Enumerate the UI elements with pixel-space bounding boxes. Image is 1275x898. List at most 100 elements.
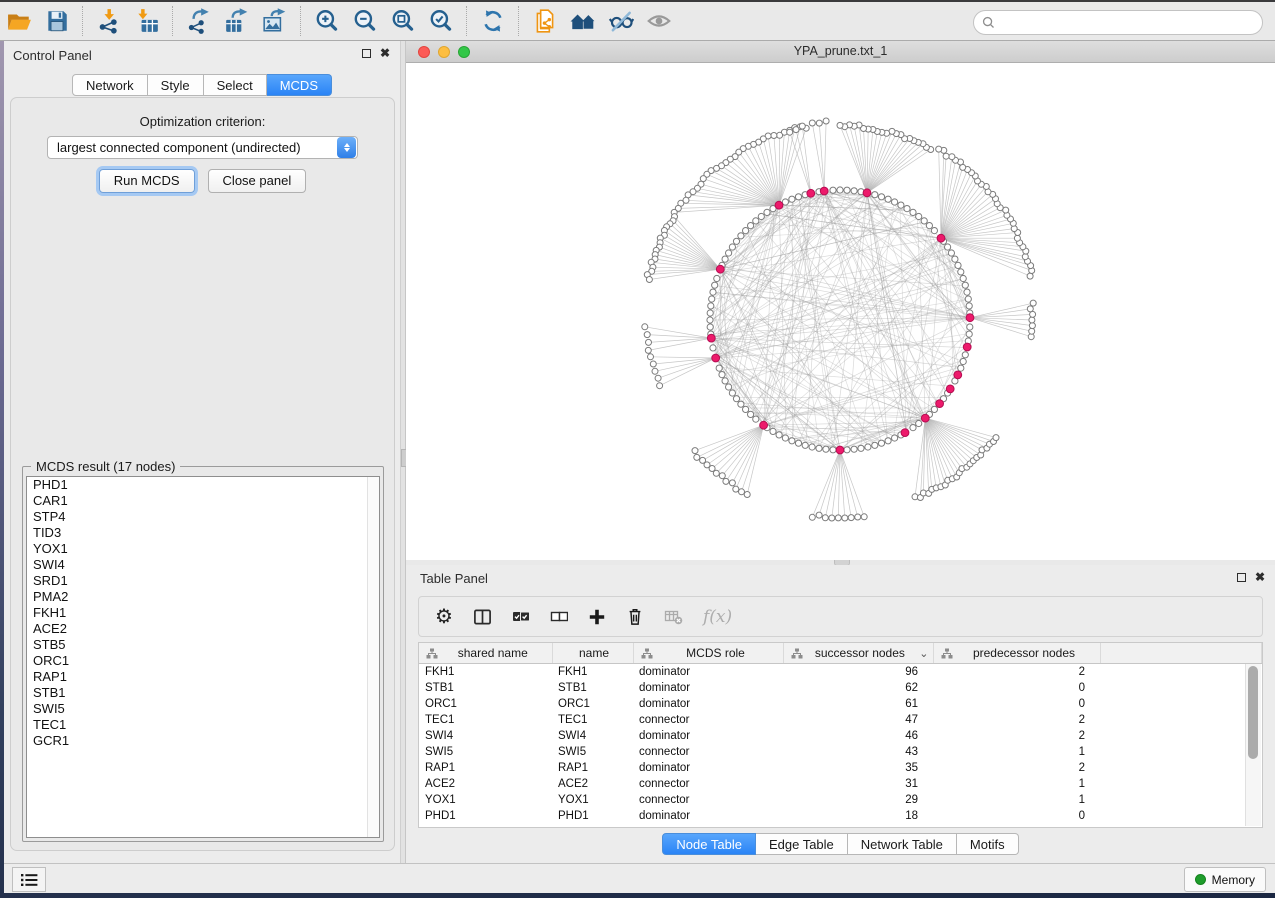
save-session-icon: [44, 8, 70, 34]
table-row[interactable]: ACE2ACE2connector311: [419, 776, 1262, 792]
window-minimize-traffic-light[interactable]: [438, 46, 450, 58]
mcds-result-item[interactable]: SRD1: [27, 573, 379, 589]
show-columns-button[interactable]: [473, 608, 492, 626]
tab-network-table[interactable]: Network Table: [848, 833, 957, 855]
mcds-result-item[interactable]: TEC1: [27, 717, 379, 733]
import-network-icon: [96, 8, 122, 34]
table-row[interactable]: TEC1TEC1connector472: [419, 712, 1262, 728]
close-panel-button[interactable]: Close panel: [208, 169, 307, 193]
export-image-button[interactable]: [256, 4, 294, 38]
zoom-in-button[interactable]: [308, 4, 346, 38]
table-row[interactable]: SWI5SWI5connector431: [419, 744, 1262, 760]
table-row[interactable]: YOX1YOX1connector291: [419, 792, 1262, 808]
mcds-result-item[interactable]: TID3: [27, 525, 379, 541]
mcds-result-item[interactable]: CAR1: [27, 493, 379, 509]
table-row[interactable]: PHD1PHD1dominator180: [419, 808, 1262, 824]
mcds-result-item[interactable]: PMA2: [27, 589, 379, 605]
mcds-result-item[interactable]: STP4: [27, 509, 379, 525]
column-header-mcds-role[interactable]: MCDS role: [633, 643, 783, 664]
float-panel-icon[interactable]: [362, 49, 371, 58]
tab-style[interactable]: Style: [148, 74, 204, 96]
table-row[interactable]: ORC1ORC1dominator610: [419, 696, 1262, 712]
tab-node-table[interactable]: Node Table: [662, 833, 756, 855]
mcds-result-list[interactable]: PHD1CAR1STP4TID3YOX1SWI4SRD1PMA2FKH1ACE2…: [26, 476, 380, 838]
search-input[interactable]: [1001, 15, 1262, 31]
zoom-fit-button[interactable]: [384, 4, 422, 38]
tab-edge-table[interactable]: Edge Table: [756, 833, 848, 855]
main-toolbar: [0, 0, 1275, 41]
table-panel-title: Table Panel: [420, 571, 488, 586]
network-view-window: YPA_prune.txt_1: [406, 41, 1275, 560]
tab-motifs[interactable]: Motifs: [957, 833, 1019, 855]
search-box[interactable]: [973, 10, 1263, 35]
mcds-result-item[interactable]: SWI5: [27, 701, 379, 717]
mcds-result-item[interactable]: FKH1: [27, 605, 379, 621]
table-scrollbar[interactable]: [1245, 664, 1261, 826]
window-close-traffic-light[interactable]: [418, 46, 430, 58]
table-row[interactable]: RAP1RAP1dominator352: [419, 760, 1262, 776]
task-history-button[interactable]: [12, 867, 46, 892]
network-window-titlebar[interactable]: YPA_prune.txt_1: [406, 41, 1275, 63]
table-panel-header: Table Panel ✖: [406, 565, 1275, 591]
mcds-result-item[interactable]: PHD1: [27, 477, 379, 493]
tab-select[interactable]: Select: [204, 74, 267, 96]
export-table-icon: [224, 8, 250, 34]
mcds-result-item[interactable]: SWI4: [27, 557, 379, 573]
clone-network-button[interactable]: [526, 4, 564, 38]
mcds-result-item[interactable]: ACE2: [27, 621, 379, 637]
scrollbar-thumb[interactable]: [1248, 666, 1258, 759]
mcds-result-item[interactable]: ORC1: [27, 653, 379, 669]
table-cell: STB1: [419, 680, 552, 696]
column-header-successor-nodes[interactable]: successor nodes⌄: [783, 643, 933, 664]
mcds-result-item[interactable]: RAP1: [27, 669, 379, 685]
float-panel-icon[interactable]: [1237, 573, 1246, 582]
export-table-button[interactable]: [218, 4, 256, 38]
column-header-predecessor-nodes[interactable]: predecessor nodes: [933, 643, 1100, 664]
table-cell: dominator: [633, 680, 783, 696]
close-panel-icon[interactable]: ✖: [380, 48, 390, 59]
table-cell: ORC1: [419, 696, 552, 712]
window-maximize-traffic-light[interactable]: [458, 46, 470, 58]
save-session-button[interactable]: [38, 4, 76, 38]
table-settings-button[interactable]: ⚙: [435, 607, 453, 627]
table-row[interactable]: STB1STB1dominator620: [419, 680, 1262, 696]
eye-button[interactable]: [640, 4, 678, 38]
open-file-button[interactable]: [0, 4, 38, 38]
table-cell: SWI5: [419, 744, 552, 760]
memory-button[interactable]: Memory: [1184, 867, 1266, 892]
select-all-button[interactable]: [512, 608, 530, 625]
import-table-icon: [134, 8, 160, 34]
refresh-button[interactable]: [474, 4, 512, 38]
column-header-name[interactable]: name: [552, 643, 633, 664]
mcds-result-item[interactable]: STB5: [27, 637, 379, 653]
table-row[interactable]: SWI4SWI4dominator462: [419, 728, 1262, 744]
add-column-button[interactable]: [588, 608, 606, 626]
mcds-result-item[interactable]: YOX1: [27, 541, 379, 557]
export-network-button[interactable]: [180, 4, 218, 38]
import-network-button[interactable]: [90, 4, 128, 38]
glasses-slash-button[interactable]: [602, 4, 640, 38]
optimization-criterion-label: Optimization criterion:: [11, 114, 394, 129]
table-panel: Table Panel ✖ ⚙ f(x): [406, 565, 1275, 863]
import-table-button[interactable]: [128, 4, 166, 38]
result-list-scrollbar[interactable]: [367, 477, 379, 837]
delete-column-button[interactable]: [626, 607, 644, 626]
table-cell: 47: [783, 712, 933, 728]
deselect-all-button[interactable]: [550, 608, 568, 625]
tab-network[interactable]: Network: [72, 74, 148, 96]
houses-button[interactable]: [564, 4, 602, 38]
select-all-icon: [512, 608, 530, 625]
table-cell: PHD1: [552, 808, 633, 824]
mcds-result-item[interactable]: STB1: [27, 685, 379, 701]
tab-mcds[interactable]: MCDS: [267, 74, 332, 96]
table-row[interactable]: FKH1FKH1dominator962: [419, 664, 1262, 681]
run-mcds-button[interactable]: Run MCDS: [99, 169, 195, 193]
mcds-result-item[interactable]: GCR1: [27, 733, 379, 749]
column-header-shared-name[interactable]: shared name: [419, 643, 552, 664]
network-canvas[interactable]: [406, 63, 1275, 560]
zoom-out-button[interactable]: [346, 4, 384, 38]
network-graph[interactable]: [406, 63, 1275, 560]
close-panel-icon[interactable]: ✖: [1255, 572, 1265, 583]
zoom-selected-button[interactable]: [422, 4, 460, 38]
criterion-dropdown[interactable]: largest connected component (undirected): [47, 136, 358, 159]
